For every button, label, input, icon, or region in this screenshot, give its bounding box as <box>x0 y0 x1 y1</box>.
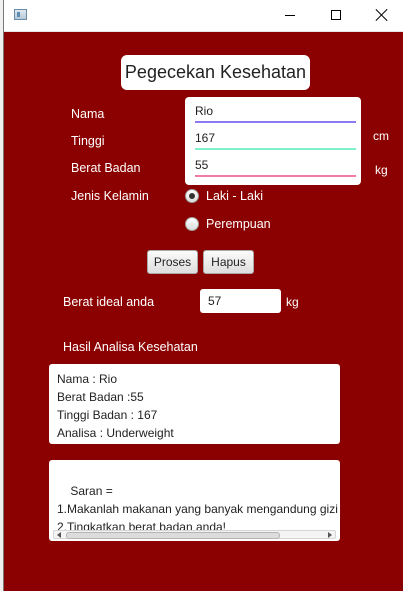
name-field-underline <box>195 121 356 123</box>
weight-field-underline <box>195 175 356 177</box>
radio-female[interactable] <box>185 217 199 231</box>
horizontal-scrollbar[interactable] <box>53 530 336 539</box>
maximize-icon <box>331 10 341 20</box>
minimize-button[interactable] <box>267 0 313 30</box>
height-field-underline <box>195 148 356 150</box>
weight-field[interactable]: 55 <box>191 155 356 177</box>
height-label: Tinggi <box>71 134 105 148</box>
weight-field-value: 55 <box>195 158 209 172</box>
radio-female-label[interactable]: Perempuan <box>206 217 271 231</box>
scroll-right-icon[interactable] <box>328 532 332 538</box>
process-button[interactable]: Proses <box>147 250 198 274</box>
result-textarea[interactable]: Nama : Rio Berat Badan :55 Tinggi Badan … <box>49 364 340 444</box>
radio-male[interactable] <box>185 189 199 203</box>
app-icon <box>14 9 27 20</box>
ideal-weight-unit: kg <box>286 295 299 309</box>
close-icon <box>376 9 388 21</box>
ideal-weight-field[interactable]: 57 <box>200 289 281 313</box>
advice-text: Saran = 1.Makanlah makanan yang banyak m… <box>57 484 338 534</box>
app-window: Pegecekan Kesehatan Nama Tinggi Berat Ba… <box>3 0 403 591</box>
height-unit-label: cm <box>373 129 389 143</box>
clear-button[interactable]: Hapus <box>203 250 254 274</box>
height-field-value: 167 <box>195 131 216 145</box>
input-panel: Rio 167 55 <box>185 97 361 185</box>
scrollbar-thumb[interactable] <box>66 532 280 539</box>
scroll-left-icon[interactable] <box>57 532 61 538</box>
radio-male-label[interactable]: Laki - Laki <box>206 189 263 203</box>
gender-label: Jenis Kelamin <box>71 189 149 203</box>
result-label: Hasil Analisa Kesehatan <box>63 340 198 354</box>
title-bar[interactable] <box>4 0 403 32</box>
name-label: Nama <box>71 107 105 121</box>
advice-textarea[interactable]: Saran = 1.Makanlah makanan yang banyak m… <box>49 460 340 541</box>
ideal-weight-label: Berat ideal anda <box>63 295 155 309</box>
minimize-icon <box>285 14 295 16</box>
name-field[interactable]: Rio <box>191 101 356 123</box>
height-field[interactable]: 167 <box>191 128 356 150</box>
close-button[interactable] <box>359 0 403 30</box>
page-title: Pegecekan Kesehatan <box>121 55 310 90</box>
weight-label: Berat Badan <box>71 161 141 175</box>
name-field-value: Rio <box>195 104 214 118</box>
maximize-button[interactable] <box>313 0 359 30</box>
weight-unit-label: kg <box>375 163 388 177</box>
